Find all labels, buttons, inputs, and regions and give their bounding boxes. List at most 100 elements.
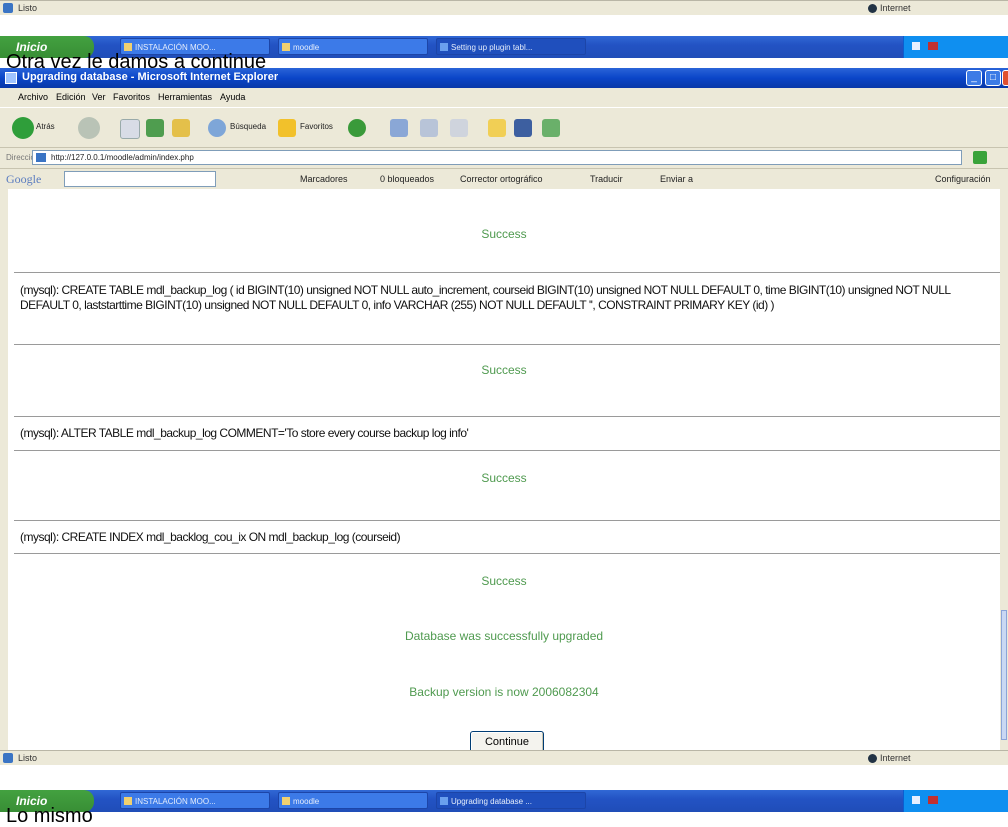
globe-icon <box>868 4 877 14</box>
taskbar-button-setting-up[interactable]: Setting up plugin tabl... <box>436 38 586 55</box>
caption-bottom: Lo mismo <box>6 805 93 827</box>
address-bar: Dirección http://127.0.0.1/moodle/admin/… <box>0 147 1008 168</box>
zone-indicator: Internet <box>868 3 911 14</box>
search-label[interactable]: Búsqueda <box>230 122 266 131</box>
favorites-label[interactable]: Favoritos <box>300 122 333 131</box>
system-tray <box>903 790 1008 812</box>
back-label[interactable]: Atrás <box>36 122 55 131</box>
top-status-bar: Listo Internet <box>0 0 1008 15</box>
divider <box>14 272 1000 273</box>
google-translate[interactable]: Traducir <box>590 174 623 184</box>
menu-favoritos[interactable]: Favoritos <box>113 92 150 102</box>
taskbar-button-label: Setting up plugin tabl... <box>451 43 533 52</box>
menu-edicion[interactable]: Edición <box>56 92 86 102</box>
database-upgraded-message: Database was successfully upgraded <box>404 629 604 643</box>
address-input[interactable]: http://127.0.0.1/moodle/admin/index.php <box>32 150 962 165</box>
taskbar-button-instalacion[interactable]: INSTALACIÓN MOO... <box>120 792 270 809</box>
folder-icon <box>282 43 290 51</box>
taskbar-button-moodle[interactable]: moodle <box>278 792 428 809</box>
edit-icon[interactable] <box>450 119 468 137</box>
google-search-input[interactable] <box>64 171 216 187</box>
close-button[interactable] <box>1002 70 1008 86</box>
window-titlebar: Upgrading database - Microsoft Internet … <box>0 68 1008 88</box>
success-message: Success <box>481 471 527 485</box>
divider <box>14 344 1000 345</box>
content-left-edge <box>0 189 8 750</box>
standard-toolbar: Atrás Búsqueda Favoritos <box>0 107 1008 147</box>
taskbar-button-label: Upgrading database ... <box>451 797 532 806</box>
page-content: Success (mysql): CREATE TABLE mdl_backup… <box>8 189 1000 750</box>
continue-button[interactable]: Continue <box>470 731 544 750</box>
menu-ayuda[interactable]: Ayuda <box>220 92 245 102</box>
google-toolbar: Google Marcadores 0 bloqueados Corrector… <box>0 168 1008 189</box>
google-settings[interactable]: Configuración <box>935 174 991 184</box>
menu-ver[interactable]: Ver <box>92 92 106 102</box>
tray-icon[interactable] <box>928 796 938 804</box>
google-bookmarks[interactable]: Marcadores <box>300 174 348 184</box>
page-icon <box>3 753 13 763</box>
home-icon[interactable] <box>172 119 190 137</box>
system-tray <box>903 36 1008 58</box>
ie-icon <box>440 43 448 51</box>
page-icon <box>36 153 46 162</box>
scrollbar-thumb[interactable] <box>1001 610 1007 740</box>
taskbar-button-upgrading[interactable]: Upgrading database ... <box>436 792 586 809</box>
mail-icon[interactable] <box>390 119 408 137</box>
divider <box>14 520 1000 521</box>
tray-icon[interactable] <box>928 42 938 50</box>
folder-icon <box>124 797 132 805</box>
zone-label: Internet <box>880 3 911 13</box>
page-icon <box>3 3 13 13</box>
google-spellcheck[interactable]: Corrector ortográfico <box>460 174 543 184</box>
status-text: Listo <box>18 753 38 763</box>
folder-icon[interactable] <box>488 119 506 137</box>
google-popup-blocked[interactable]: 0 bloqueados <box>380 174 434 184</box>
stop-icon[interactable] <box>120 119 140 139</box>
window-title: Upgrading database - Microsoft Internet … <box>22 71 279 83</box>
status-text: Listo <box>18 3 38 13</box>
folder-icon <box>282 797 290 805</box>
google-send-to[interactable]: Enviar a <box>660 174 693 184</box>
tray-icon[interactable] <box>912 42 920 50</box>
divider <box>14 553 1000 554</box>
divider <box>14 416 1000 417</box>
taskbar-button-label: moodle <box>293 43 320 52</box>
minimize-button[interactable]: _ <box>966 70 982 86</box>
history-icon[interactable] <box>348 119 366 137</box>
sql-statement: (mysql): ALTER TABLE mdl_backup_log COMM… <box>20 426 469 440</box>
globe-icon <box>868 754 877 764</box>
zone-label: Internet <box>880 753 911 763</box>
search-icon[interactable] <box>208 119 226 137</box>
divider <box>14 450 1000 451</box>
success-message: Success <box>481 363 527 377</box>
go-icon[interactable] <box>973 151 987 164</box>
google-logo[interactable]: Google <box>6 172 41 187</box>
taskbar-button-moodle[interactable]: moodle <box>278 38 428 55</box>
bottom-taskbar: Inicio INSTALACIÓN MOO... moodle Upgradi… <box>0 790 1008 812</box>
zone-indicator: Internet <box>868 753 911 764</box>
tray-icon[interactable] <box>912 796 920 804</box>
success-message: Success <box>481 574 527 588</box>
print-icon[interactable] <box>420 119 438 137</box>
messenger-icon[interactable] <box>514 119 532 137</box>
taskbar-button-label: INSTALACIÓN MOO... <box>135 797 216 806</box>
maximize-button[interactable]: □ <box>985 70 1001 86</box>
tool-icon[interactable] <box>542 119 560 137</box>
menu-archivo[interactable]: Archivo <box>18 92 48 102</box>
folder-icon <box>124 43 132 51</box>
sql-statement: (mysql): CREATE INDEX mdl_backlog_cou_ix… <box>20 530 401 544</box>
bottom-status-bar: Listo Internet <box>0 750 1008 765</box>
refresh-icon[interactable] <box>146 119 164 137</box>
success-message: Success <box>481 227 527 241</box>
address-url: http://127.0.0.1/moodle/admin/index.php <box>51 153 194 162</box>
ie-icon <box>5 72 17 84</box>
favorites-icon[interactable] <box>278 119 296 137</box>
back-icon[interactable] <box>12 117 34 139</box>
forward-icon[interactable] <box>78 117 100 139</box>
backup-version-message: Backup version is now 2006082304 <box>409 685 599 699</box>
taskbar-button-label: moodle <box>293 797 320 806</box>
ie-icon <box>440 797 448 805</box>
menu-herramientas[interactable]: Herramientas <box>158 92 212 102</box>
menu-bar: Archivo Edición Ver Favoritos Herramient… <box>0 88 1008 107</box>
sql-statement: (mysql): CREATE TABLE mdl_backup_log ( i… <box>20 283 951 312</box>
